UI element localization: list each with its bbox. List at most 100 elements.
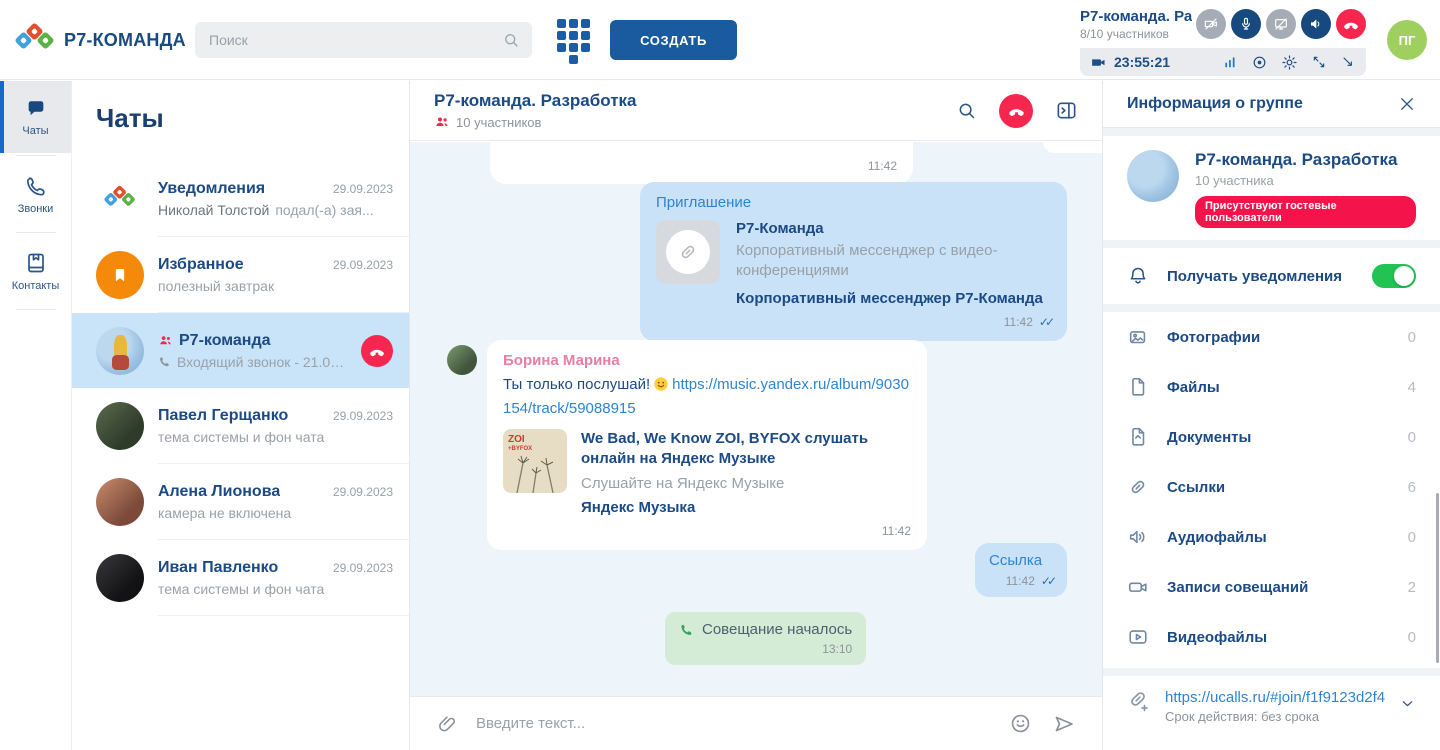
message-text: Ты только послушай!	[503, 376, 650, 393]
send-message-icon[interactable]	[1052, 712, 1076, 736]
group-people-icon	[158, 333, 173, 348]
invite-link[interactable]: Приглашение	[656, 194, 751, 211]
chat-bubble-icon	[28, 101, 43, 115]
message-input[interactable]	[474, 714, 993, 733]
user-avatar[interactable]: ПГ	[1387, 20, 1427, 60]
chat-name: Павел Герщанко	[158, 407, 288, 425]
link-message-text[interactable]: Ссылка	[989, 552, 1053, 569]
message-time: 11:42	[1006, 574, 1035, 588]
chat-list-title: Чаты	[72, 81, 409, 161]
file-icon	[1127, 376, 1149, 398]
chat-hang-up-button[interactable]	[999, 94, 1033, 128]
section-label: Видеофайлы	[1167, 629, 1390, 646]
dialpad-icon[interactable]	[553, 19, 593, 61]
link-icon	[1127, 476, 1149, 498]
info-panel-title: Информация о группе	[1127, 95, 1398, 113]
invite-footer-link[interactable]: Корпоративный мессенджер Р7-Команда	[736, 290, 1051, 307]
phone-icon	[24, 174, 48, 198]
contact-avatar	[96, 478, 144, 526]
create-button[interactable]: СОЗДАТЬ	[610, 20, 737, 60]
collapse-call-icon[interactable]	[1340, 54, 1356, 70]
search-input[interactable]	[207, 31, 502, 49]
partial-outgoing-bubble	[1043, 142, 1102, 153]
join-link[interactable]: https://ucalls.ru/#join/f1f9123d2f46...	[1165, 689, 1385, 706]
section-documents[interactable]: Документы 0	[1103, 412, 1440, 462]
chevron-down-icon[interactable]	[1399, 695, 1416, 712]
bell-icon	[1127, 265, 1149, 287]
screen-share-off-button[interactable]	[1266, 9, 1296, 39]
camera-off-button[interactable]	[1196, 9, 1226, 39]
link-icon	[677, 241, 699, 263]
signal-strength-icon	[1222, 54, 1238, 70]
sidebar-item-label: Контакты	[12, 280, 60, 292]
sidebar-item-contacts[interactable]: Контакты	[0, 235, 71, 307]
call-settings-gear-icon[interactable]	[1281, 54, 1298, 71]
section-label: Файлы	[1167, 379, 1390, 396]
record-icon[interactable]	[1251, 54, 1268, 71]
section-label: Записи совещаний	[1167, 579, 1390, 596]
svg-text:ZOI: ZOI	[508, 434, 525, 445]
toggle-side-panel-icon[interactable]	[1055, 99, 1078, 122]
read-receipt-icon: ✓✓	[1041, 574, 1053, 588]
sender-name[interactable]: Борина Марина	[503, 352, 911, 369]
svg-text:+BYFOX: +BYFOX	[508, 446, 532, 452]
chat-name: Уведомления	[158, 180, 265, 198]
search-icon	[502, 31, 520, 49]
link-preview-source[interactable]: Яндекс Музыка	[581, 499, 911, 516]
chat-list-item-notifications[interactable]: Уведомления 29.09.2023 Николай Толстой по…	[72, 161, 409, 236]
chat-list-item-r7-team[interactable]: Р7-команда Входящий звонок - 21.06.24...	[72, 313, 409, 388]
chat-preview: полезный завтрак	[158, 278, 393, 294]
link-preview-subtitle: Слушайте на Яндекс Музыке	[581, 475, 911, 492]
recording-camera-icon	[1127, 576, 1149, 598]
section-audio-files[interactable]: Аудиофайлы 0	[1103, 512, 1440, 562]
microphone-button[interactable]	[1231, 9, 1261, 39]
chat-search-icon[interactable]	[956, 100, 977, 121]
incoming-call-icon	[158, 355, 171, 368]
sidebar-item-chats[interactable]: Чаты	[0, 81, 71, 153]
chat-preview: Николай Толстой подал(-а) зая...	[158, 202, 393, 218]
audio-icon	[1127, 526, 1149, 548]
meeting-status-text: Совещание началось	[702, 621, 852, 638]
notifications-avatar	[96, 175, 144, 223]
chat-list-item-alena[interactable]: Алена Лионова29.09.2023 камера не включе…	[72, 464, 409, 539]
sidebar-item-label: Звонки	[18, 203, 54, 215]
chat-list-item-pavel[interactable]: Павел Герщанко29.09.2023 тема системы и …	[72, 388, 409, 463]
chat-date: 29.09.2023	[333, 258, 393, 272]
section-photos[interactable]: Фотографии 0	[1103, 312, 1440, 362]
message-time: 13:10	[822, 642, 852, 656]
section-video-files[interactable]: Видеофайлы 0	[1103, 612, 1440, 662]
chat-list-item-ivan[interactable]: Иван Павленко29.09.2023 тема системы и ф…	[72, 540, 409, 615]
link-plus-icon	[1127, 689, 1151, 713]
section-count: 6	[1408, 479, 1416, 496]
section-files[interactable]: Файлы 4	[1103, 362, 1440, 412]
panel-scrollbar[interactable]	[1436, 493, 1439, 663]
attach-paperclip-icon[interactable]	[436, 713, 458, 735]
close-icon[interactable]	[1398, 95, 1416, 113]
hang-up-button[interactable]	[1336, 9, 1366, 39]
notifications-toggle[interactable]	[1372, 264, 1416, 288]
active-call-widget: Р7-команда. Разр... 8/10 участников	[1080, 0, 1366, 76]
favorites-avatar	[96, 251, 144, 299]
expand-call-icon[interactable]	[1311, 54, 1327, 70]
link-preview-thumbnail	[656, 220, 720, 284]
section-meeting-recordings[interactable]: Записи совещаний 2	[1103, 562, 1440, 612]
meeting-started-bubble: Совещание началось 13:10	[665, 612, 866, 665]
read-receipt-icon: ✓✓	[1039, 315, 1051, 329]
link-preview-title[interactable]: We Bad, We Know ZOI, BYFOX слушать онлай…	[581, 429, 911, 470]
video-play-icon	[1127, 626, 1149, 648]
message-scroll-area[interactable]: 11:42 Приглашение Р7-Команда Корпоративн…	[410, 142, 1102, 696]
emoji-picker-icon[interactable]	[1009, 712, 1032, 735]
chat-date: 29.09.2023	[333, 409, 393, 423]
section-links[interactable]: Ссылки 6	[1103, 462, 1440, 512]
sidebar-item-calls[interactable]: Звонки	[0, 158, 71, 230]
hang-up-chat-button[interactable]	[361, 335, 393, 367]
top-bar: Р7-КОМАНДА СОЗДАТЬ Р7-команда. Разр... 8…	[0, 0, 1440, 80]
section-label: Аудиофайлы	[1167, 529, 1390, 546]
chat-date: 29.09.2023	[333, 561, 393, 575]
speaker-button[interactable]	[1301, 9, 1331, 39]
chat-list-item-favorites[interactable]: Избранное29.09.2023 полезный завтрак	[72, 237, 409, 312]
section-label: Документы	[1167, 429, 1390, 446]
section-count: 2	[1408, 579, 1416, 596]
contacts-book-icon	[24, 251, 48, 275]
chat-date: 29.09.2023	[333, 182, 393, 196]
